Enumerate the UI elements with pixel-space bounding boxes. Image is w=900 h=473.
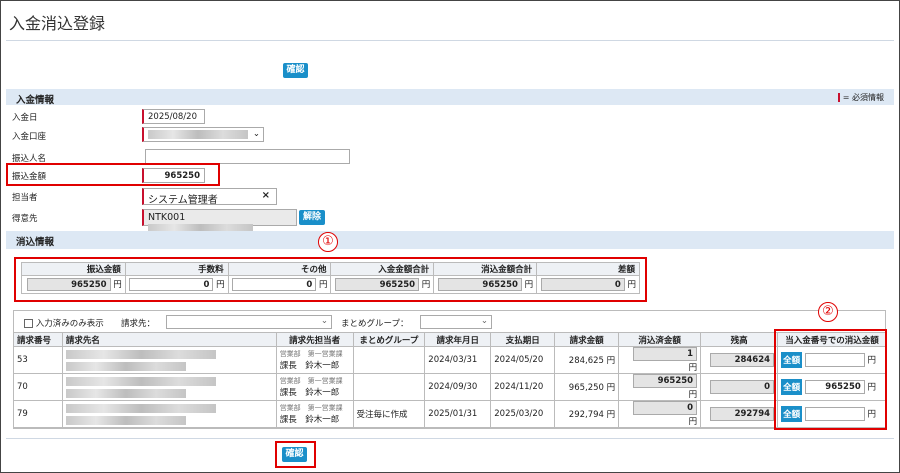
customer-label: 得意先 [12, 214, 38, 224]
staff-select[interactable]: システム管理者 × [142, 188, 277, 206]
invoice-no: 53 [13, 346, 63, 374]
group [352, 346, 426, 374]
group [352, 373, 426, 401]
bottom-divider [6, 438, 894, 439]
billing-name [61, 373, 277, 401]
balance: 0 [710, 380, 775, 394]
invoice-no: 70 [13, 373, 63, 401]
date-input[interactable]: 2025/08/20 [142, 109, 205, 124]
col-header: 請求先担当者 [275, 332, 354, 347]
blurred-account [148, 130, 248, 139]
account-label: 入金口座 [12, 132, 47, 142]
col-header: 請求年月日 [424, 332, 492, 347]
annotation-2: ② [818, 302, 838, 322]
billing-name [61, 346, 277, 374]
table-row: 70 営業部 第一営業課 課長 鈴木一郎 2024/09/30 2024/11/2… [13, 373, 887, 401]
due-date: 2025/03/20 [490, 400, 556, 428]
billing-contact: 営業部 第一営業課 課長 鈴木一郎 [275, 346, 354, 374]
invoice-table-wrap: 請求番号 請求先名 請求先担当者 まとめグループ 請求年月日 支払期日 請求金額… [13, 332, 887, 428]
col-header: 支払期日 [490, 332, 556, 347]
cleared-amount: 1 [633, 347, 698, 361]
due-date: 2024/05/20 [490, 346, 556, 374]
date-label: 入金日 [12, 113, 38, 123]
account-select[interactable]: ⌄ [142, 127, 264, 142]
clear-icon[interactable]: × [262, 190, 270, 201]
only-entered-filter[interactable]: 入力済みのみ表示 [24, 317, 104, 329]
annotation-1: ① [318, 232, 338, 252]
billing-contact: 営業部 第一営業課 課長 鈴木一郎 [275, 400, 354, 428]
clearing-section-header: 消込情報 [6, 231, 894, 249]
highlight-summary [14, 257, 647, 302]
invoice-table: 請求番号 請求先名 請求先担当者 まとめグループ 請求年月日 支払期日 請求金額… [13, 332, 887, 428]
staff-label: 担当者 [12, 193, 38, 203]
required-legend: = 必須情報 [837, 92, 884, 103]
col-header: 残高 [700, 332, 779, 347]
required-marker-icon [837, 93, 840, 102]
billing-to-label: 請求先： [121, 319, 156, 329]
highlight-amount [6, 163, 220, 186]
bill-amount: 284,625 円 [554, 346, 620, 374]
col-header: 請求金額 [554, 332, 620, 347]
table-row: 79 営業部 第一営業課 課長 鈴木一郎 受注毎に作成 2025/01/31 20… [13, 400, 887, 428]
bill-amount: 965,250 円 [554, 373, 620, 401]
billing-to-select[interactable]: ⌄ [166, 315, 332, 329]
balance: 284624 [710, 353, 775, 367]
highlight-confirm [275, 441, 316, 468]
col-header: 消込済金額 [618, 332, 702, 347]
invoice-no: 79 [13, 400, 63, 428]
billing-contact: 営業部 第一営業課 課長 鈴木一郎 [275, 373, 354, 401]
balance: 292794 [710, 407, 775, 421]
confirm-button-top[interactable]: 確認 [283, 63, 308, 78]
cleared-amount: 965250 [633, 374, 698, 388]
bill-date: 2024/09/30 [424, 373, 492, 401]
col-header: 請求先名 [61, 332, 277, 347]
col-header: まとめグループ [352, 332, 426, 347]
due-date: 2024/11/20 [490, 373, 556, 401]
bill-date: 2024/03/31 [424, 346, 492, 374]
clearing-section-title: 消込情報 [16, 237, 55, 248]
payment-section-title: 入金情報 [16, 95, 55, 106]
payment-section-header: 入金情報 = 必須情報 [6, 89, 894, 106]
chevron-down-icon: ⌄ [252, 129, 260, 139]
bill-date: 2025/01/31 [424, 400, 492, 428]
group: 受注毎に作成 [352, 400, 426, 428]
chevron-down-icon: ⌄ [480, 316, 488, 326]
group-select[interactable]: ⌄ [420, 315, 492, 329]
cleared-amount: 0 [633, 401, 698, 415]
billing-name [61, 400, 277, 428]
page-title: 入金消込登録 [9, 14, 106, 33]
customer-field: NTK001 [142, 209, 297, 233]
release-button[interactable]: 解除 [299, 210, 325, 225]
group-label: まとめグループ： [341, 319, 409, 329]
checkbox[interactable] [24, 319, 33, 328]
highlight-clear-column [774, 329, 887, 430]
payer-input[interactable] [145, 149, 350, 164]
title-divider [6, 40, 894, 41]
bill-amount: 292,794 円 [554, 400, 620, 428]
table-row: 53 営業部 第一営業課 課長 鈴木一郎 2024/03/31 2024/05/2… [13, 346, 887, 374]
chevron-down-icon: ⌄ [320, 316, 328, 326]
col-header: 請求番号 [13, 332, 63, 347]
